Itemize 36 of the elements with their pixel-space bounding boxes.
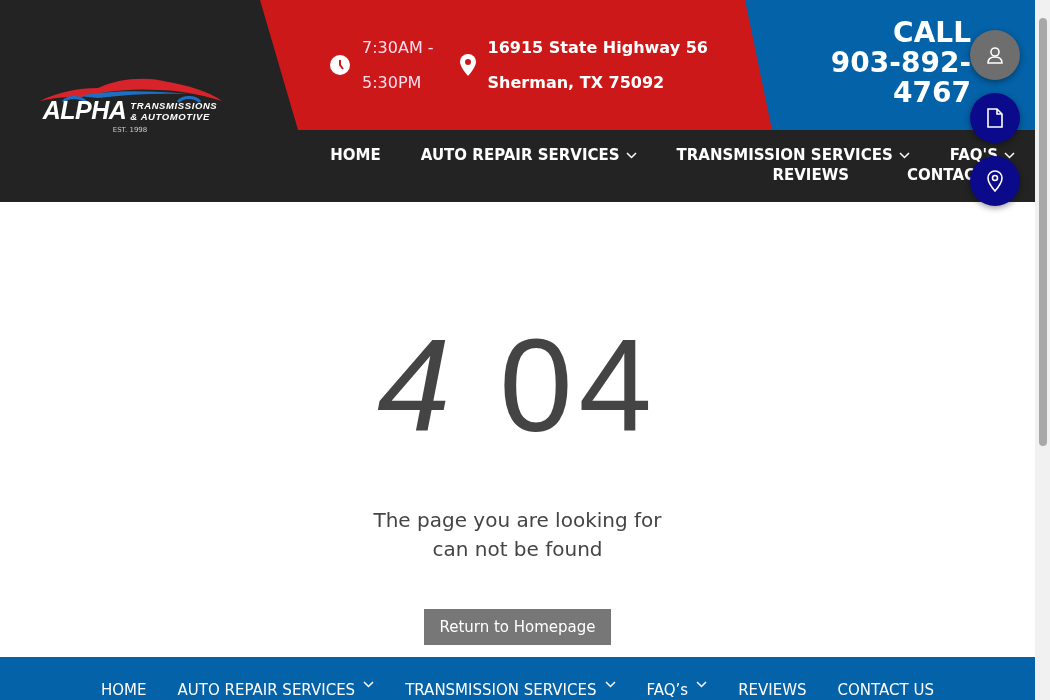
logo-tagline: TRANSMISSIONS [130,99,218,111]
footer-nav-link[interactable]: AUTO REPAIR SERVICES [177,681,375,700]
location-pin-icon [987,170,1003,192]
clock-icon [330,55,350,75]
footer-nav-link[interactable]: REVIEWS [738,681,807,700]
chevron-icon [696,681,708,688]
footer-nav-link[interactable]: TRANSMISSION SERVICES [405,681,616,700]
scrollbar[interactable] [1035,0,1050,700]
address-text: 16915 State Highway 56 [487,36,708,59]
location-pin-icon [459,54,476,76]
document-icon [987,108,1003,128]
footer-nav-link[interactable]: HOME [101,681,147,700]
phone-number[interactable]: 903-892- [830,48,971,78]
logo-wordmark: ALPHA [42,96,127,125]
logo-tagline: & AUTOMOTIVE [130,110,211,122]
return-home-button[interactable]: Return to Homepage [424,609,611,645]
error-message: The page you are looking for can not be found [373,507,662,563]
chevron-icon [363,681,375,688]
call-label: CALL [893,18,971,48]
footer-nav-link[interactable]: FAQ’s [646,681,708,700]
hours-text: 7:30AM - [362,36,434,59]
address-text: Sherman, TX 75092 [487,71,666,94]
phone-number[interactable]: 4767 [893,78,971,108]
chevron-icon [1004,151,1015,159]
person-icon [987,46,1003,64]
nav-link[interactable]: AUTO REPAIR SERVICES [420,146,637,164]
error-code: 4 04 [377,320,658,452]
chevron-icon [604,681,616,688]
hours-text: 5:30PM [362,71,423,94]
nav-link[interactable]: TRANSMISSION SERVICES [676,146,910,164]
chevron-icon [625,151,637,159]
nav-link[interactable]: REVIEWS [772,166,849,184]
nav-link[interactable]: HOME [330,146,381,164]
footer-nav-link[interactable]: CONTACT US [837,681,934,700]
nav-link[interactable]: CONTAC [907,166,975,184]
chevron-icon [898,151,910,159]
